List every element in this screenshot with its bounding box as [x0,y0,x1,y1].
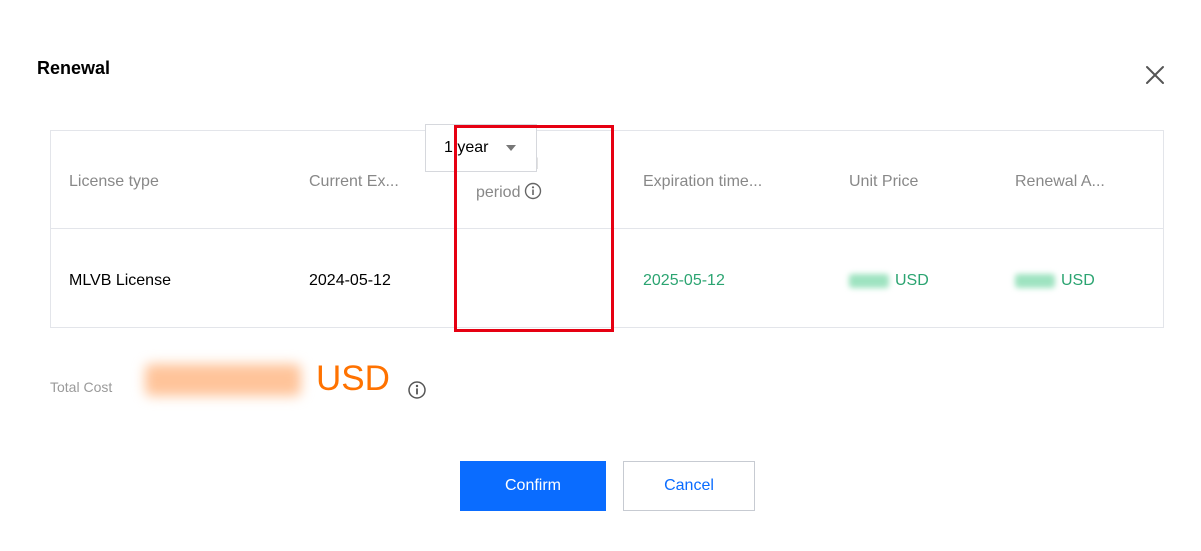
cell-expiration-time: 2025-05-12 [643,272,725,289]
cell-renewal-amount: USD [1015,272,1095,290]
close-icon [1146,66,1164,84]
highlight-box [454,125,614,332]
cell-license-type: MLVB License [69,272,171,289]
info-icon[interactable] [407,380,427,405]
redacted-unit-price [849,273,889,288]
dialog-title: Renewal [37,58,111,78]
cell-current-expiration: 2024-05-12 [309,272,391,289]
header-current-expiration: Current Ex... [309,173,399,190]
unit-price-currency: USD [895,272,929,289]
total-cost-label: Total Cost [50,379,113,395]
confirm-button[interactable]: Confirm [460,461,606,511]
redacted-renewal-amount [1015,273,1055,288]
header-renewal-amount: Renewal A... [1015,173,1105,190]
redacted-total-amount [145,364,301,396]
close-button[interactable] [1142,62,1168,88]
total-cost-currency: USD [316,359,390,398]
cell-unit-price: USD [849,272,929,290]
cancel-button[interactable]: Cancel [623,461,755,511]
header-unit-price: Unit Price [849,173,919,190]
header-expiration-time: Expiration time... [643,173,763,190]
renewal-dialog: Renewal License type Current Ex... Renew… [0,0,1201,551]
header-license-type: License type [69,173,159,190]
renewal-amount-currency: USD [1061,272,1095,289]
